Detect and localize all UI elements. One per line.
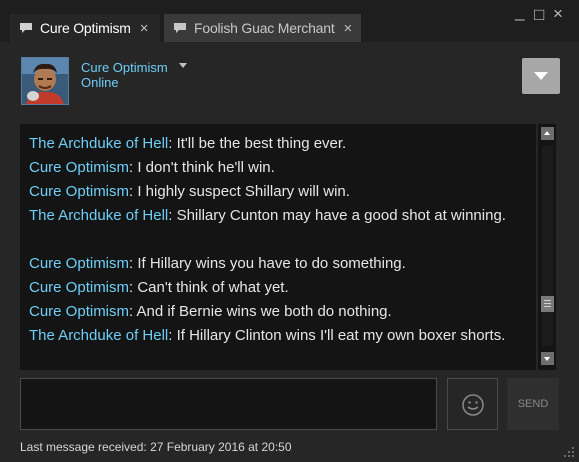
emoticon-button[interactable] <box>447 378 498 430</box>
message-sender[interactable]: Cure Optimism <box>29 255 129 272</box>
tab-label: Cure Optimism <box>40 20 131 36</box>
arrow-down-icon <box>544 357 550 361</box>
message-sender[interactable]: Cure Optimism <box>29 303 129 320</box>
scroll-up-button[interactable] <box>541 127 554 140</box>
message: Cure Optimism: I highly suspect Shillary… <box>29 180 519 204</box>
scroll-thumb[interactable] <box>541 296 554 312</box>
send-button[interactable]: SEND <box>507 378 559 430</box>
chat-bubble-icon <box>174 23 186 33</box>
message-scrollbar[interactable] <box>538 124 556 370</box>
message: Cure Optimism: I don't think he'll win. <box>29 156 519 180</box>
message-text: : Shillary Cunton may have a good shot a… <box>168 207 506 224</box>
avatar[interactable] <box>21 57 69 105</box>
message-log: The Archduke of Hell: It'll be the best … <box>20 124 536 370</box>
message-sender[interactable]: The Archduke of Hell <box>29 135 168 152</box>
message-sender[interactable]: Cure Optimism <box>29 279 129 296</box>
chat-window: Cure Optimism × Foolish Guac Merchant × … <box>0 0 579 462</box>
scroll-down-button[interactable] <box>541 352 554 365</box>
message-sender[interactable]: The Archduke of Hell <box>29 207 168 224</box>
message: The Archduke of Hell: Shillary Cunton ma… <box>29 204 519 228</box>
message: Cure Optimism: If Hillary wins you have … <box>29 252 519 276</box>
close-window-button[interactable]: × <box>553 4 563 24</box>
message-sender[interactable]: Cure Optimism <box>29 159 129 176</box>
message: Cure Optimism: And if Bernie wins we bot… <box>29 300 519 324</box>
chat-bubble-icon <box>20 23 32 33</box>
resize-grip-icon[interactable] <box>563 446 575 458</box>
message: The Archduke of Hell: It'll be the best … <box>29 132 519 156</box>
message-text: : I highly suspect Shillary will win. <box>129 183 350 200</box>
maximize-button[interactable]: □ <box>534 5 544 25</box>
tab-close-icon[interactable]: × <box>140 20 149 37</box>
name-dropdown-icon[interactable] <box>179 63 187 68</box>
message: The Archduke of Hell: If Hillary Clinton… <box>29 324 519 348</box>
smiley-icon <box>462 394 484 416</box>
minimize-button[interactable]: _ <box>515 2 524 22</box>
message-text: : Can't think of what yet. <box>129 279 289 296</box>
message-sender[interactable]: Cure Optimism <box>29 183 129 200</box>
friend-name[interactable]: Cure Optimism <box>81 60 168 75</box>
message-input[interactable] <box>20 378 437 430</box>
chat-options-button[interactable] <box>522 58 560 94</box>
grip-line <box>544 306 551 307</box>
tab-foolish-guac-merchant[interactable]: Foolish Guac Merchant × <box>164 14 361 42</box>
tab-label: Foolish Guac Merchant <box>194 20 335 36</box>
message-sender[interactable]: The Archduke of Hell <box>29 327 168 344</box>
arrow-up-icon <box>544 131 550 135</box>
title-bar: Cure Optimism × Foolish Guac Merchant × … <box>0 0 579 42</box>
friend-status: Online <box>81 75 119 90</box>
avatar-image <box>22 58 68 104</box>
tab-cure-optimism[interactable]: Cure Optimism × <box>10 14 160 42</box>
message-text: : If Hillary wins you have to do somethi… <box>129 255 406 272</box>
chevron-down-icon <box>534 72 548 80</box>
last-message-info: Last message received: 27 February 2016 … <box>20 440 292 454</box>
message-text: : I don't think he'll win. <box>129 159 275 176</box>
grip-line <box>544 303 551 304</box>
message-text: : If Hillary Clinton wins I'll eat my ow… <box>168 327 506 344</box>
message: Cure Optimism: Can't think of what yet. <box>29 276 519 300</box>
scroll-track[interactable] <box>542 146 553 346</box>
message-text: : It'll be the best thing ever. <box>168 135 347 152</box>
tab-close-icon[interactable]: × <box>344 20 353 37</box>
grip-line <box>544 300 551 301</box>
message-text: : And if Bernie wins we both do nothing. <box>129 303 392 320</box>
